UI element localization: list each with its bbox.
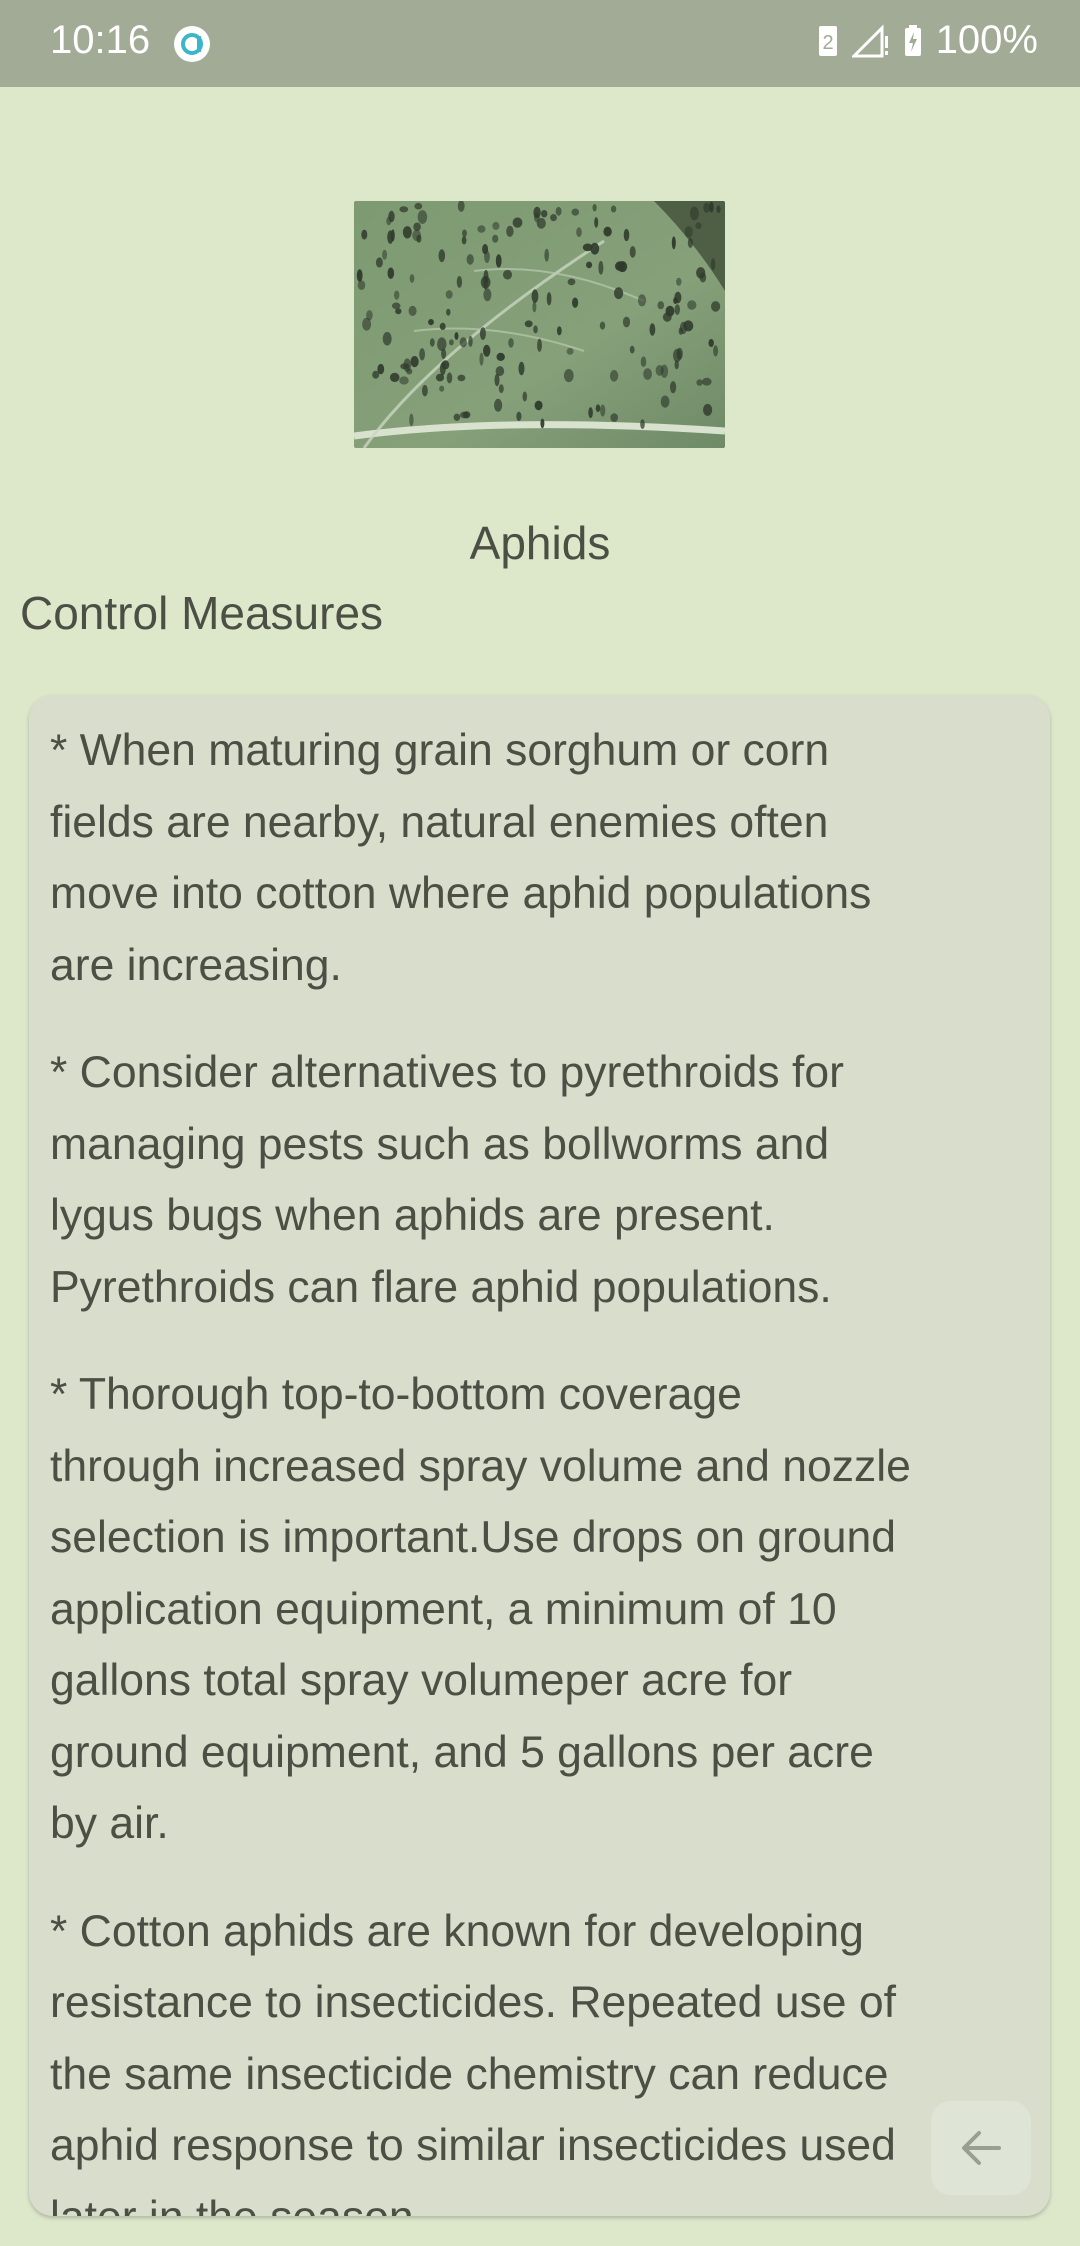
battery-charging-icon xyxy=(904,24,921,56)
pest-name: Aphids xyxy=(469,517,611,569)
status-bar: 10:16 2 100% xyxy=(0,0,1080,87)
status-right: 2 100% xyxy=(818,18,1038,63)
measures-list: * When maturing grain sorghum or corn fi… xyxy=(50,715,1050,2216)
measure-item: * When maturing grain sorghum or corn fi… xyxy=(50,726,872,990)
svg-text:2: 2 xyxy=(822,32,833,54)
measure-item: * Consider alternatives to pyrethroids f… xyxy=(50,1048,844,1312)
back-button[interactable] xyxy=(931,2101,1031,2195)
signal-icon xyxy=(851,23,888,57)
control-measures-card[interactable]: * When maturing grain sorghum or corn fi… xyxy=(29,695,1050,2216)
measure-item: * Thorough top-to-bottom coverage throug… xyxy=(50,1370,911,1848)
control-measures-title: Control Measures xyxy=(20,587,384,639)
measure-item: * Cotton aphids are known for developing… xyxy=(50,1906,896,2217)
arrow-left-icon xyxy=(962,2131,1001,2165)
app-notification-icon xyxy=(174,26,210,62)
status-time: 10:16 xyxy=(50,18,151,62)
aphids-photo xyxy=(354,201,725,448)
battery-percent: 100% xyxy=(935,18,1038,62)
sim-icon: 2 xyxy=(818,25,837,56)
